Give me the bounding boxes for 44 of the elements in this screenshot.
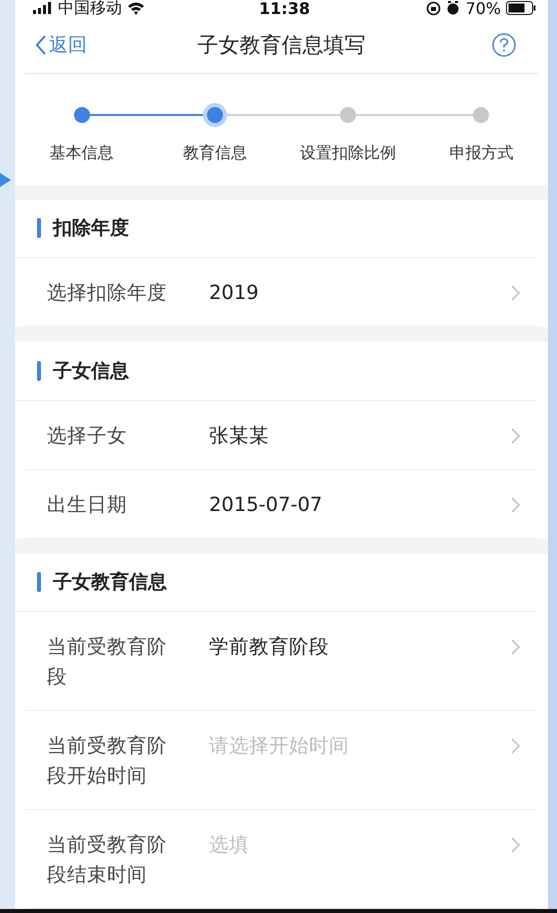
- form-row[interactable]: 选择子女 张某某: [25, 400, 538, 470]
- step-label: 基本信息: [50, 143, 114, 164]
- field-placeholder: 请选择开始时间: [208, 733, 350, 760]
- form-row[interactable]: 当前受教育阶段开始时间 请选择开始时间: [25, 711, 538, 810]
- section-title: 子女教育信息: [53, 570, 167, 596]
- wifi-icon: [127, 2, 145, 15]
- field-value: 2019: [208, 280, 260, 306]
- field-placeholder: 选填: [208, 832, 250, 858]
- chevron-right-icon: [511, 496, 520, 513]
- step-label: 教育信息: [182, 143, 247, 164]
- alarm-icon: [446, 1, 460, 16]
- form-row[interactable]: 当前受教育阶段 学前教育阶段: [25, 612, 538, 712]
- page-title: 子女教育信息填写: [196, 32, 366, 58]
- field-label: 选择子女: [47, 422, 128, 449]
- carrier-name: 中国移动: [58, 0, 122, 16]
- section-marker: [37, 218, 41, 238]
- section-title: 扣除年度: [53, 216, 129, 242]
- chevron-right-icon: [511, 738, 520, 754]
- step-label: 设置扣除比例: [300, 143, 396, 164]
- field-label: 出生日期: [47, 492, 128, 518]
- signal-icon: [33, 2, 53, 14]
- step-label: 申报方式: [449, 143, 514, 164]
- chevron-left-icon: [35, 34, 47, 56]
- chevron-right-icon: [511, 285, 520, 302]
- chevron-right-icon: [511, 837, 520, 854]
- field-label: 当前受教育阶段开始时间: [47, 733, 168, 790]
- field-value: 学前教育阶段: [208, 634, 330, 660]
- back-button[interactable]: 返回: [25, 32, 125, 58]
- pointer-icon: [0, 173, 11, 187]
- help-icon[interactable]: [492, 32, 516, 56]
- rotation-lock-icon: [426, 0, 442, 16]
- chevron-right-icon: [511, 428, 520, 444]
- clock-time: 11:38: [258, 0, 311, 16]
- field-label: 当前受教育阶段: [47, 634, 168, 690]
- section-marker: [37, 360, 41, 381]
- battery-percent: 70%: [465, 0, 501, 16]
- section-marker: [37, 572, 41, 592]
- section-title: 子女信息: [53, 358, 129, 384]
- battery-icon: [506, 1, 536, 16]
- chevron-right-icon: [511, 639, 520, 656]
- field-value: 张某某: [208, 422, 270, 449]
- field-label: 选择扣除年度: [47, 280, 168, 306]
- field-value: 2015-07-07: [208, 492, 324, 518]
- field-label: 当前受教育阶段结束时间: [47, 832, 168, 888]
